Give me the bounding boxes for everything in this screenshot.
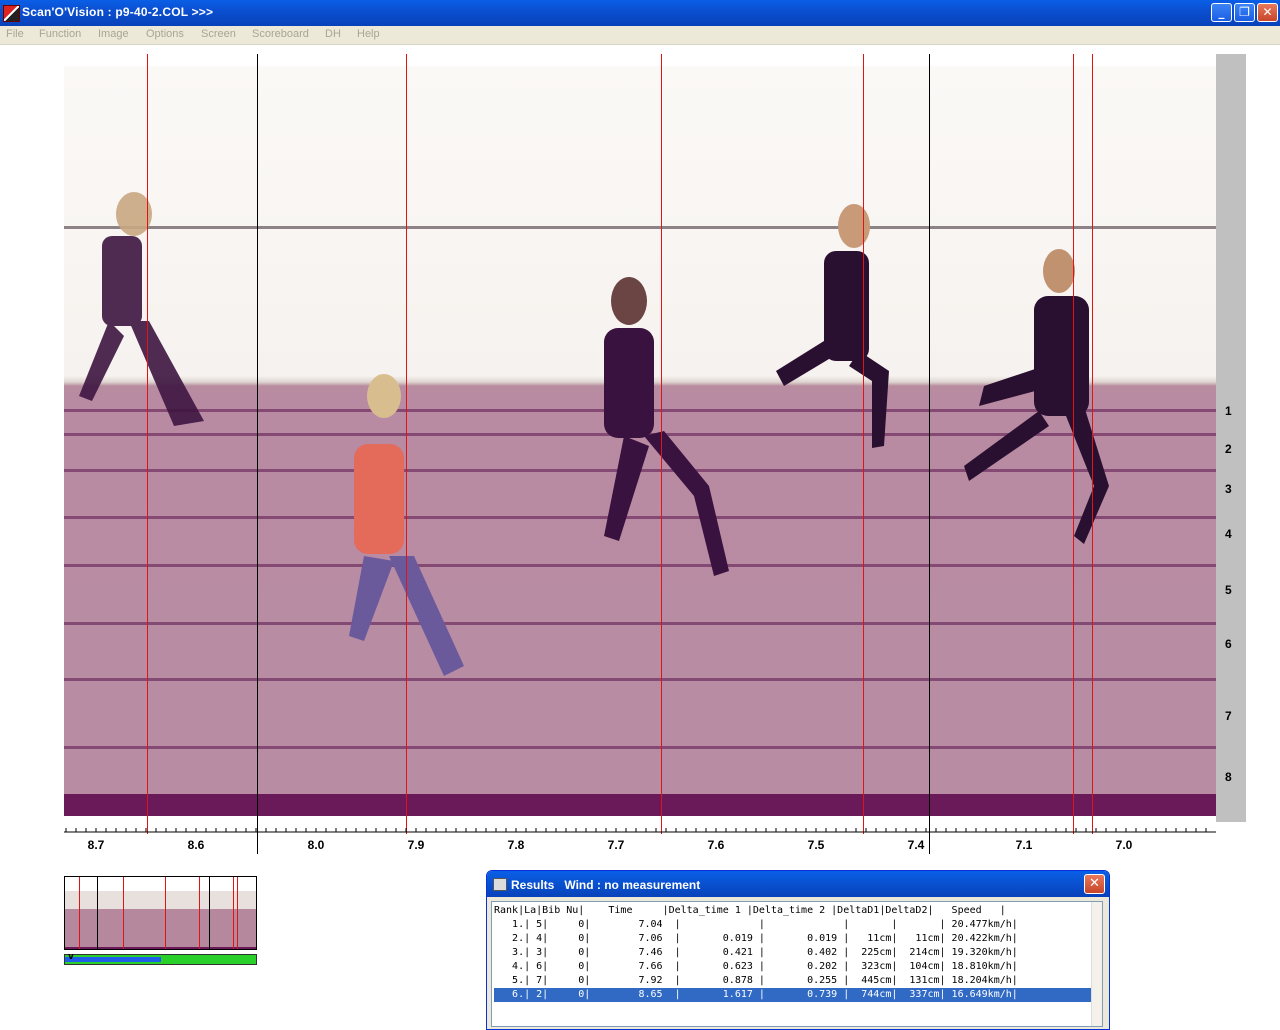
menu-file[interactable]: File xyxy=(6,28,24,40)
results-titlebar[interactable]: Results Wind : no measurement ✕ xyxy=(487,871,1109,897)
thumb-marker-line xyxy=(79,877,80,949)
time-tick-label: 7.5 xyxy=(807,838,825,852)
window-titlebar[interactable]: Scan'O'Vision : p9-40-2.COL >>> _ ❐ ✕ xyxy=(0,0,1280,26)
time-axis-ticks xyxy=(64,828,1216,833)
menu-help[interactable]: Help xyxy=(357,28,380,40)
lane-number[interactable]: 1 xyxy=(1225,404,1232,418)
time-axis: 8.7 8.6 8.0 7.9 7.8 7.7 7.6 7.5 7.4 7.1 … xyxy=(64,826,1216,856)
cursor-line[interactable] xyxy=(929,54,930,854)
finish-marker-line[interactable] xyxy=(1092,54,1093,834)
finish-marker-line[interactable] xyxy=(863,54,864,834)
thumb-cursor-line xyxy=(97,877,98,949)
results-window[interactable]: Results Wind : no measurement ✕ Rank|La|… xyxy=(486,870,1110,1030)
menu-scoreboard[interactable]: Scoreboard xyxy=(252,28,309,40)
finish-marker-line[interactable] xyxy=(1073,54,1074,834)
results-title: Results Wind : no measurement xyxy=(511,878,701,892)
close-button[interactable]: ✕ xyxy=(1257,3,1278,22)
thumb-marker-line xyxy=(237,877,238,949)
results-row[interactable]: 6.| 2| 0| 8.65 | 1.617 | 0.739 | 744cm| … xyxy=(494,988,1101,1002)
results-header: Rank|La|Bib Nu| Time |Delta_time 1 |Delt… xyxy=(494,905,1006,916)
scroll-position-bar[interactable]: v xyxy=(64,952,257,965)
thumb-marker-line xyxy=(123,877,124,949)
menu-bar: File Function Image Options Screen Score… xyxy=(0,26,1280,45)
time-tick-label: 7.1 xyxy=(1015,838,1033,852)
lane-number[interactable]: 8 xyxy=(1225,770,1232,784)
lane-number[interactable]: 2 xyxy=(1225,442,1232,456)
results-row[interactable]: 2.| 4| 0| 7.06 | 0.019 | 0.019 | 11cm| 1… xyxy=(494,932,1101,946)
time-tick-label: 7.4 xyxy=(907,838,925,852)
thumb-marker-line xyxy=(165,877,166,949)
overview-thumbnail[interactable] xyxy=(64,876,257,950)
scroll-marker-icon: v xyxy=(68,952,74,962)
cursor-line[interactable] xyxy=(257,54,258,854)
lane-scale xyxy=(1216,54,1246,822)
time-tick-label: 7.6 xyxy=(707,838,725,852)
menu-options[interactable]: Options xyxy=(146,28,184,40)
app-logo-icon xyxy=(3,5,20,22)
scroll-position-fill xyxy=(65,957,161,962)
time-tick-label: 7.8 xyxy=(507,838,525,852)
time-tick-label: 8.0 xyxy=(307,838,325,852)
minimize-button[interactable]: _ xyxy=(1211,3,1232,22)
menu-dh[interactable]: DH xyxy=(325,28,341,40)
time-tick-label: 8.6 xyxy=(187,838,205,852)
time-tick-label: 7.0 xyxy=(1115,838,1133,852)
lane-number[interactable]: 3 xyxy=(1225,482,1232,496)
lane-number[interactable]: 5 xyxy=(1225,583,1232,597)
thumb-marker-line xyxy=(233,877,234,949)
results-row[interactable]: 3.| 3| 0| 7.46 | 0.421 | 0.402 | 225cm| … xyxy=(494,946,1101,960)
time-tick-label: 7.7 xyxy=(607,838,625,852)
printer-icon xyxy=(493,878,507,891)
menu-screen[interactable]: Screen xyxy=(201,28,236,40)
finish-marker-line[interactable] xyxy=(147,54,148,834)
results-row[interactable]: 1.| 5| 0| 7.04 | | | | | 20.477km/h| xyxy=(494,918,1101,932)
time-tick-label: 8.7 xyxy=(87,838,105,852)
results-row[interactable]: 5.| 7| 0| 7.92 | 0.878 | 0.255 | 445cm| … xyxy=(494,974,1101,988)
time-tick-label: 7.9 xyxy=(407,838,425,852)
menu-function[interactable]: Function xyxy=(39,28,81,40)
photo-finish-image[interactable] xyxy=(64,66,1216,816)
results-list[interactable]: Rank|La|Bib Nu| Time |Delta_time 1 |Delt… xyxy=(491,901,1103,1027)
menu-image[interactable]: Image xyxy=(98,28,129,40)
finish-marker-line[interactable] xyxy=(406,54,407,834)
runner-silhouettes xyxy=(79,192,1109,676)
lane-number[interactable]: 7 xyxy=(1225,709,1232,723)
results-scrollbar[interactable] xyxy=(1091,902,1102,1026)
results-row[interactable]: 4.| 6| 0| 7.66 | 0.623 | 0.202 | 323cm| … xyxy=(494,960,1101,974)
lane-number[interactable]: 6 xyxy=(1225,637,1232,651)
lane-number[interactable]: 4 xyxy=(1225,527,1232,541)
finish-marker-line[interactable] xyxy=(661,54,662,834)
thumb-marker-line xyxy=(199,877,200,949)
restore-button[interactable]: ❐ xyxy=(1234,3,1255,22)
window-title: Scan'O'Vision : p9-40-2.COL >>> xyxy=(22,5,214,19)
thumb-cursor-line xyxy=(209,877,210,949)
results-close-button[interactable]: ✕ xyxy=(1084,874,1105,894)
